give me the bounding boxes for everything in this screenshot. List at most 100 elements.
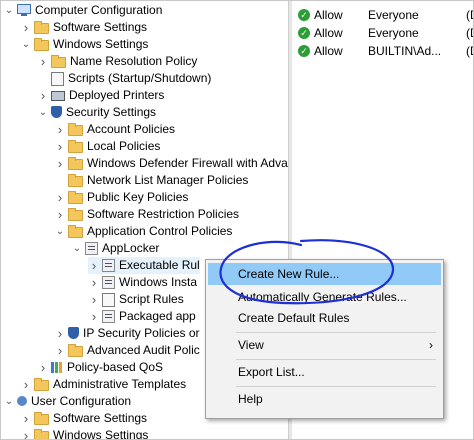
chevron-right-icon[interactable]: › — [54, 206, 66, 223]
chevron-down-icon[interactable]: ⌄ — [3, 393, 15, 410]
rule-action: Allow — [314, 26, 343, 40]
tree-item[interactable]: ⌄ AppLocker — [71, 240, 159, 257]
chevron-down-icon[interactable]: ⌄ — [37, 104, 49, 121]
tree-item-label: AppLocker — [102, 241, 160, 255]
tree-item[interactable]: ⌄ User Configuration — [3, 393, 131, 410]
tree-item[interactable]: Scripts (Startup/Shutdown) — [37, 70, 211, 87]
tree-item-label: Windows Insta — [119, 275, 198, 289]
user-icon — [17, 396, 27, 406]
rule-action: Allow — [314, 44, 343, 58]
tree-item-label: Computer Configuration — [35, 3, 163, 17]
tree-item[interactable]: › Software Settings — [20, 19, 147, 36]
tree-item[interactable]: ⌄ Computer Configuration — [3, 2, 163, 19]
mmc-window: ⌄ Computer Configuration › Software Setting… — [0, 0, 474, 440]
tree-item-label: Packaged app — [119, 309, 196, 323]
folder-icon — [68, 191, 83, 204]
tree-item[interactable]: › Script Rules — [88, 291, 184, 308]
tree-item[interactable]: › Windows Settings — [20, 427, 148, 439]
folder-icon — [68, 157, 83, 170]
menu-item-help[interactable]: Help — [208, 388, 441, 410]
rule-user: Everyone — [368, 8, 419, 22]
tree-item-label: IP Security Policies or — [83, 326, 200, 340]
folder-icon — [51, 55, 66, 68]
tree-item[interactable]: › Windows Insta — [88, 274, 197, 291]
policy-icon — [85, 242, 98, 255]
rule-name-truncated: (De — [466, 8, 473, 22]
chevron-right-icon[interactable]: › — [20, 376, 32, 393]
chevron-right-icon[interactable]: › — [88, 274, 100, 291]
tree-item[interactable]: ⌄ Security Settings — [37, 104, 156, 121]
context-menu: Create New Rule... Automatically Generat… — [205, 259, 444, 419]
tree-item[interactable]: › Account Policies — [54, 121, 175, 138]
tree-item[interactable]: › IP Security Policies or — [54, 325, 200, 342]
menu-item-export-list[interactable]: Export List... — [208, 361, 441, 383]
chevron-down-icon[interactable]: ⌄ — [3, 2, 15, 19]
chevron-right-icon[interactable]: › — [54, 138, 66, 155]
tree-item[interactable]: › Deployed Printers — [37, 87, 165, 104]
chevron-down-icon[interactable]: ⌄ — [54, 223, 66, 240]
tree-item[interactable]: › Administrative Templates — [20, 376, 186, 393]
folder-icon — [68, 123, 83, 136]
tree-item[interactable]: › Public Key Policies — [54, 189, 189, 206]
shield-icon — [68, 327, 79, 339]
tree-item[interactable]: › Executable Rul — [88, 257, 200, 274]
tree-item[interactable]: › Policy-based QoS — [37, 359, 163, 376]
script-icon — [51, 72, 64, 86]
computer-icon — [17, 4, 31, 16]
chevron-right-icon[interactable]: › — [20, 19, 32, 36]
rule-name-truncated: (De — [466, 44, 473, 58]
tree-item[interactable]: Network List Manager Policies — [54, 172, 248, 189]
table-row[interactable]: ✓ Allow Everyone (De — [294, 7, 473, 24]
tree-item-label: Network List Manager Policies — [87, 173, 249, 187]
menu-item-create-default-rules[interactable]: Create Default Rules — [208, 307, 441, 329]
chevron-right-icon[interactable]: › — [37, 359, 49, 376]
tree-item-label: Script Rules — [119, 292, 184, 306]
menu-item-auto-generate-rules[interactable]: Automatically Generate Rules... — [208, 286, 441, 308]
tree-item[interactable]: › Software Restriction Policies — [54, 206, 239, 223]
chevron-right-icon[interactable]: › — [54, 189, 66, 206]
tree-item-label: Windows Defender Firewall with Advar — [87, 156, 288, 170]
table-row[interactable]: ✓ Allow Everyone (De — [294, 25, 473, 42]
allow-check-icon: ✓ — [298, 27, 310, 39]
tree-item[interactable]: › Packaged app — [88, 308, 196, 325]
chevron-down-icon[interactable]: ⌄ — [20, 36, 32, 53]
tree-item[interactable]: ⌄ Windows Settings — [20, 36, 148, 53]
tree-item-label: Deployed Printers — [69, 88, 165, 102]
chevron-down-icon[interactable]: ⌄ — [71, 240, 83, 257]
folder-icon — [34, 21, 49, 34]
folder-icon — [68, 208, 83, 221]
folder-icon — [34, 378, 49, 391]
tree-item[interactable]: › Local Policies — [54, 138, 161, 155]
policy-icon — [102, 310, 115, 323]
rule-action: Allow — [314, 8, 343, 22]
chevron-right-icon[interactable]: › — [37, 87, 49, 104]
menu-item-label: Automatically Generate Rules... — [238, 290, 407, 304]
folder-icon — [68, 174, 83, 187]
chevron-right-icon[interactable]: › — [20, 410, 32, 427]
menu-item-view[interactable]: View › — [208, 334, 441, 356]
chevron-right-icon[interactable]: › — [37, 53, 49, 70]
menu-item-label: View — [238, 338, 264, 352]
tree-item[interactable]: ⌄ Application Control Policies — [54, 223, 232, 240]
tree-item-label: Policy-based QoS — [67, 360, 164, 374]
tree-item[interactable]: › Name Resolution Policy — [37, 53, 198, 70]
chevron-right-icon[interactable]: › — [54, 342, 66, 359]
tree-item-label: Name Resolution Policy — [70, 54, 198, 68]
chevron-right-icon[interactable]: › — [88, 308, 100, 325]
folder-icon — [68, 344, 83, 357]
menu-item-create-new-rule[interactable]: Create New Rule... — [208, 263, 441, 285]
tree-item[interactable]: › Advanced Audit Polic — [54, 342, 200, 359]
chevron-right-icon[interactable]: › — [54, 155, 66, 172]
tree-item-label: Executable Rul — [119, 258, 200, 272]
tree-item-label: Public Key Policies — [87, 190, 189, 204]
chevron-right-icon[interactable]: › — [54, 121, 66, 138]
tree-item[interactable]: › Windows Defender Firewall with Advar — [54, 155, 288, 172]
chevron-right-icon[interactable]: › — [20, 427, 32, 439]
table-row[interactable]: ✓ Allow BUILTIN\Ad... (De — [294, 43, 473, 60]
rule-user: BUILTIN\Ad... — [368, 44, 442, 58]
chevron-right-icon[interactable]: › — [88, 291, 100, 308]
chevron-right-icon[interactable]: › — [88, 257, 100, 274]
tree-item[interactable]: › Software Settings — [20, 410, 147, 427]
chevron-right-icon[interactable]: › — [54, 325, 66, 342]
tree-item-label: User Configuration — [31, 394, 132, 408]
